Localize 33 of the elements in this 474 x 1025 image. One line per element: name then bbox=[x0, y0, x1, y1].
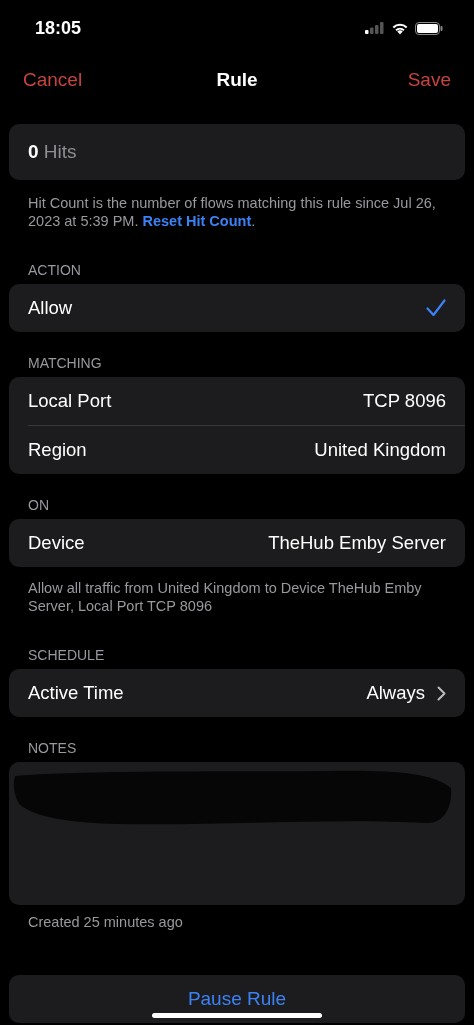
section-header: SCHEDULE bbox=[27, 646, 106, 664]
screen-title: Rule bbox=[216, 69, 258, 91]
battery-icon bbox=[415, 21, 443, 35]
value-row[interactable]: Region United Kingdom bbox=[9, 426, 465, 474]
notes-field[interactable] bbox=[9, 762, 465, 905]
section-header: ON bbox=[27, 496, 50, 514]
section-header: ACTION bbox=[27, 261, 82, 279]
row-value: TCP 8096 bbox=[363, 390, 446, 412]
row-label: Active Time bbox=[28, 682, 124, 704]
row-value: TheHub Emby Server bbox=[268, 532, 446, 554]
pause-rule-button[interactable]: Pause Rule bbox=[9, 975, 465, 1023]
option-row[interactable]: Allow bbox=[9, 284, 465, 332]
signal-icon bbox=[365, 22, 385, 34]
section-footer: Allow all traffic from United Kingdom to Device TheHub Emby Server, Local Port TCP 8096 bbox=[9, 579, 465, 615]
section-header: NOTES bbox=[27, 739, 78, 757]
hits-counter: 0 Hits bbox=[9, 124, 465, 180]
status-time: 18:05 bbox=[35, 17, 82, 39]
hit-count-note: Hit Count is the number of flows matching this rule since Jul 26, 2023 at 5:39 PM. Reset Hit Count. bbox=[27, 194, 437, 230]
created-time: Created 25 minutes ago bbox=[27, 913, 184, 931]
row-value: United Kingdom bbox=[314, 439, 446, 461]
value-row[interactable]: Local Port TCP 8096 bbox=[9, 377, 465, 425]
cancel-button[interactable]: Cancel bbox=[23, 69, 83, 91]
chevron-right-icon bbox=[437, 685, 446, 701]
row-label: Region bbox=[28, 439, 87, 461]
row-label: Allow bbox=[28, 297, 73, 319]
row-label: Local Port bbox=[28, 390, 112, 412]
wifi-icon bbox=[391, 21, 409, 35]
row-value: Always bbox=[366, 682, 425, 704]
row-label: Device bbox=[28, 532, 85, 554]
value-row[interactable]: Device TheHub Emby Server bbox=[9, 519, 465, 567]
section-header: MATCHING bbox=[27, 354, 103, 372]
navigation-row[interactable]: Active Time Always bbox=[9, 669, 465, 717]
save-button[interactable]: Save bbox=[407, 69, 451, 91]
